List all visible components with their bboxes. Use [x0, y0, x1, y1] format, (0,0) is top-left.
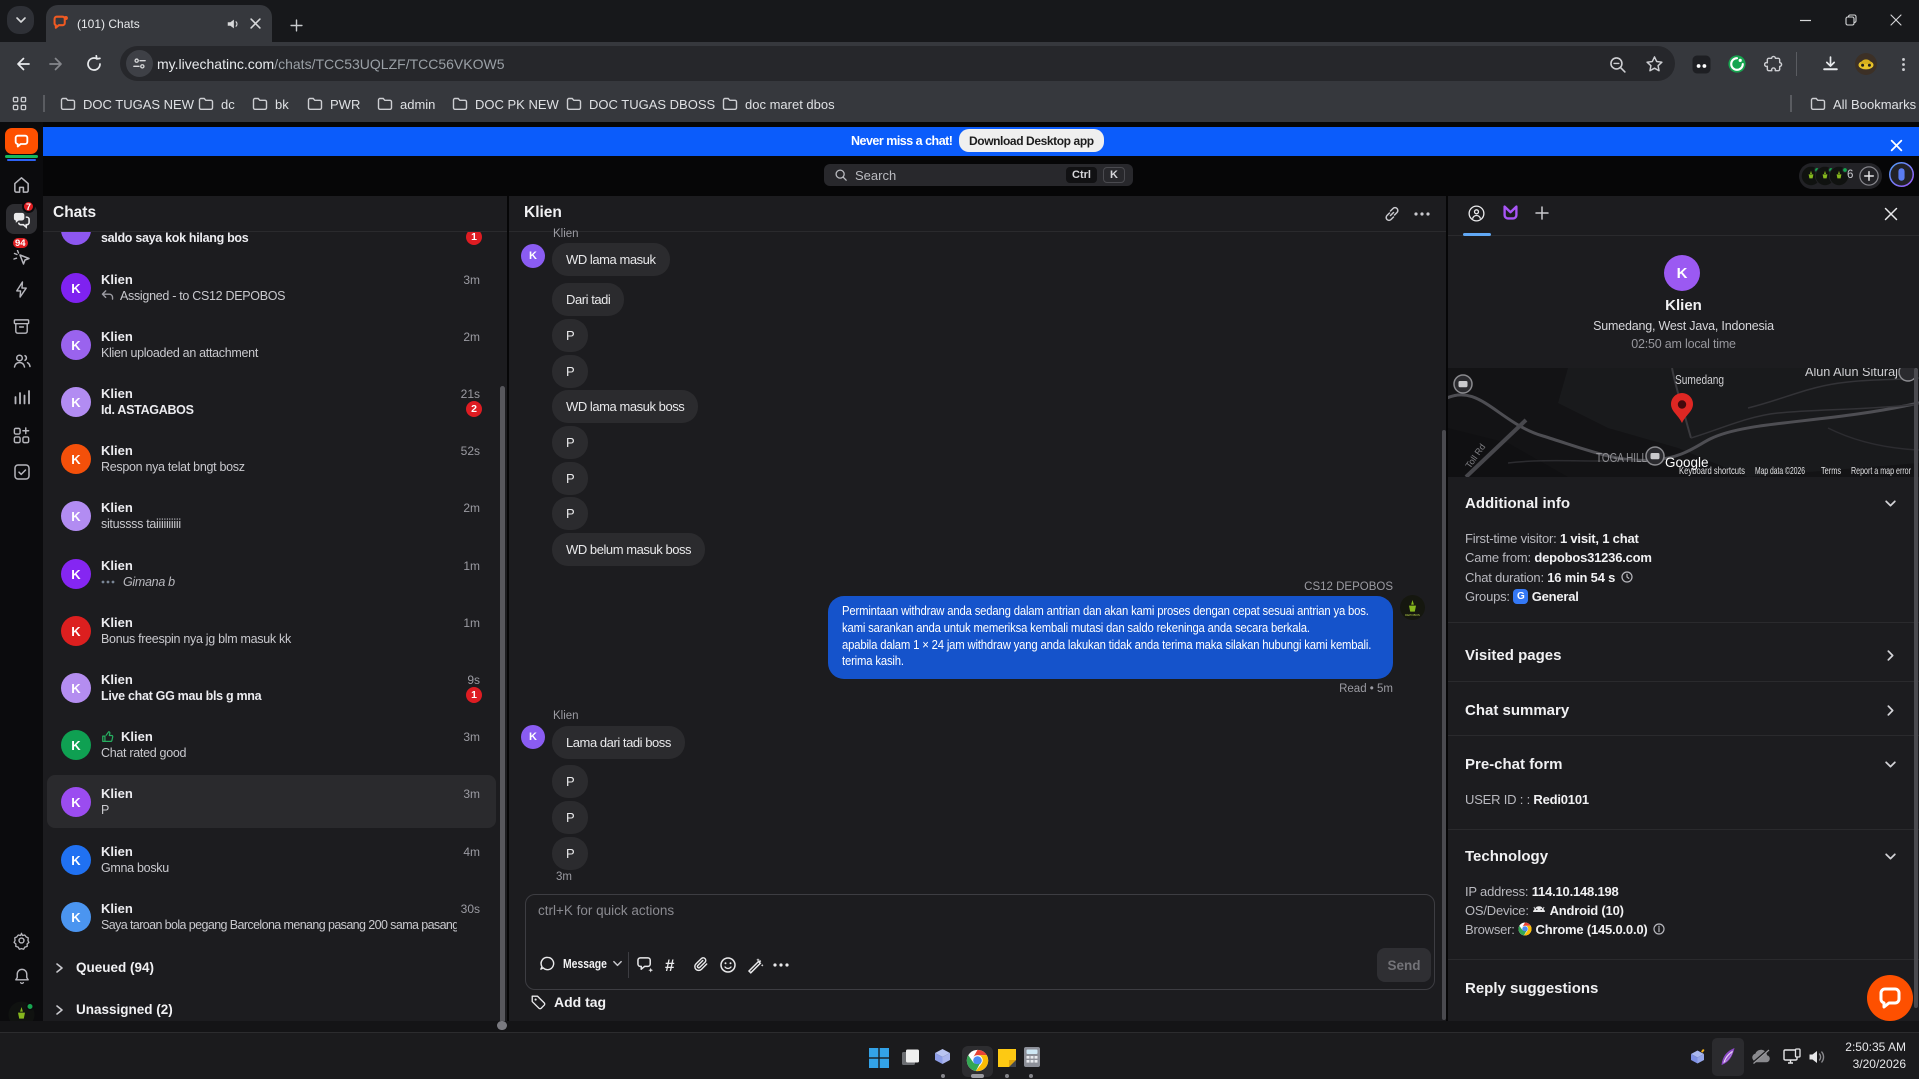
- svg-text:Map data ©2026: Map data ©2026: [1755, 465, 1805, 477]
- svg-text:Alun Alun Situraja: Alun Alun Situraja: [1805, 368, 1906, 379]
- svg-text:Keyboard shortcuts: Keyboard shortcuts: [1679, 465, 1745, 477]
- svg-text:TOGA HILL: TOGA HILL: [1596, 451, 1647, 465]
- svg-text:Terms: Terms: [1821, 465, 1841, 477]
- svg-text:Report a map error: Report a map error: [1851, 465, 1911, 477]
- svg-text:Sumedang: Sumedang: [1675, 372, 1724, 387]
- svg-text:DEPOBOS: DEPOBOS: [1405, 613, 1420, 617]
